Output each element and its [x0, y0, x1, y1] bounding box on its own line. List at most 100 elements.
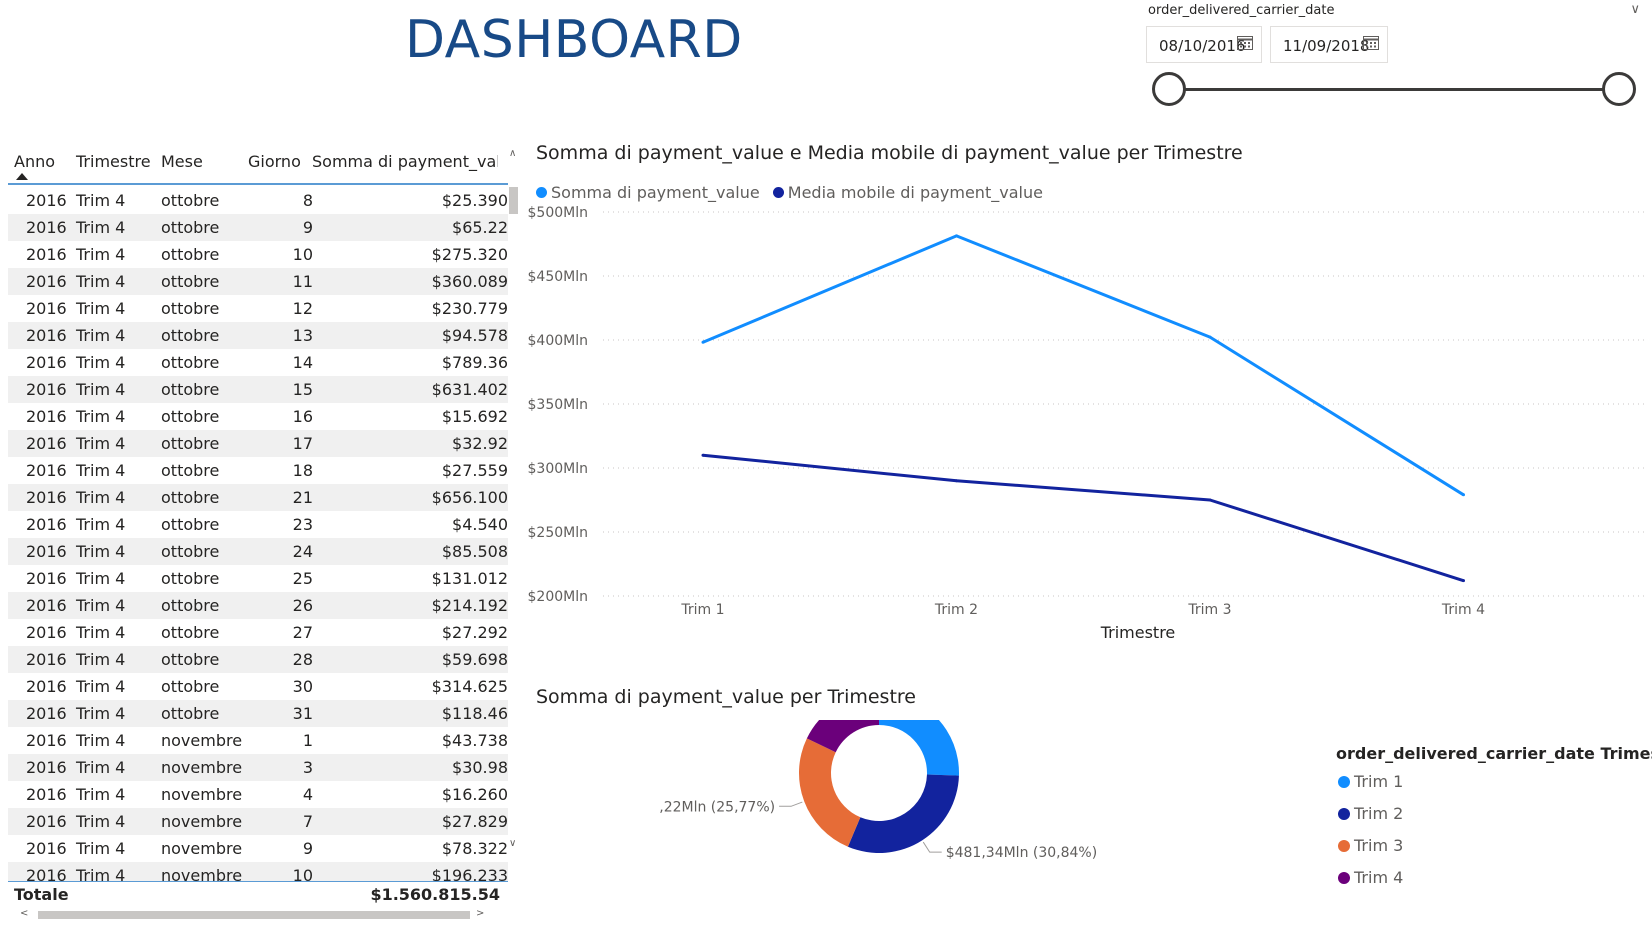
data-point[interactable] — [701, 453, 705, 457]
cell-giorno: 14 — [292, 353, 313, 372]
table-row[interactable]: 2016 Trim 4 ottobre 24 $85.508 — [8, 538, 508, 565]
slider-end-handle[interactable] — [1602, 72, 1636, 106]
table-row[interactable]: 2016 Trim 4 ottobre 11 $360.089 — [8, 268, 508, 295]
scroll-left-icon[interactable]: < — [20, 908, 28, 919]
data-point[interactable] — [701, 340, 705, 344]
cell-mese: ottobre — [161, 569, 220, 588]
cell-giorno: 27 — [292, 623, 313, 642]
cell-trimestre: Trim 4 — [76, 353, 126, 372]
cell-anno: 2016 — [26, 299, 67, 318]
cell-anno: 2016 — [26, 380, 67, 399]
cell-giorno: 31 — [292, 704, 313, 723]
scroll-right-icon[interactable]: > — [476, 908, 484, 919]
cell-payment: $214.192 — [431, 596, 508, 615]
slider-track[interactable] — [1168, 88, 1618, 91]
legend-item-trim-4[interactable]: Trim 4 — [1336, 868, 1652, 900]
date-range-slicer[interactable]: order_delivered_carrier_date ∨ 08/10/201… — [1146, 0, 1652, 110]
calendar-icon[interactable] — [1363, 35, 1379, 50]
cell-anno: 2016 — [26, 677, 67, 696]
table-row[interactable]: 2016 Trim 4 ottobre 15 $631.402 — [8, 376, 508, 403]
cell-mese: ottobre — [161, 218, 220, 237]
cell-payment: $65.22 — [452, 218, 508, 237]
table-row[interactable]: 2016 Trim 4 ottobre 30 $314.625 — [8, 673, 508, 700]
x-tick-label: Trim 1 — [680, 602, 724, 618]
table-row[interactable]: 2016 Trim 4 ottobre 25 $131.012 — [8, 565, 508, 592]
col-header-mese[interactable]: Mese — [161, 152, 203, 171]
cell-anno: 2016 — [26, 191, 67, 210]
end-date-input[interactable]: 11/09/2018 — [1270, 26, 1388, 63]
table-row[interactable]: 2016 Trim 4 ottobre 31 $118.46 — [8, 700, 508, 727]
table-row[interactable]: 2016 Trim 4 ottobre 10 $275.320 — [8, 241, 508, 268]
col-header-trimestre[interactable]: Trimestre — [76, 152, 151, 171]
donut-slice-trim-2[interactable] — [847, 774, 959, 853]
cell-mese: ottobre — [161, 623, 220, 642]
table-row[interactable]: 2016 Trim 4 novembre 10 $196.233 — [8, 862, 508, 881]
table-row[interactable]: 2016 Trim 4 ottobre 8 $25.390 — [8, 187, 508, 214]
table-row[interactable]: 2016 Trim 4 ottobre 18 $27.559 — [8, 457, 508, 484]
horizontal-scrollbar[interactable]: < > — [8, 908, 508, 920]
cell-giorno: 8 — [302, 191, 313, 210]
table-row[interactable]: 2016 Trim 4 ottobre 9 $65.22 — [8, 214, 508, 241]
table-row[interactable]: 2016 Trim 4 ottobre 21 $656.100 — [8, 484, 508, 511]
line-chart[interactable]: $500Mln $450Mln $400Mln $350Mln $300Mln $250M… — [528, 200, 1652, 680]
table-row[interactable]: 2016 Trim 4 ottobre 12 $230.779 — [8, 295, 508, 322]
series-line-moving-avg[interactable] — [702, 453, 1464, 583]
legend-item-trim-2[interactable]: Trim 2 — [1336, 804, 1652, 836]
data-point[interactable] — [955, 234, 958, 238]
col-header-giorno[interactable]: Giorno — [248, 152, 301, 171]
cell-payment: $118.46 — [441, 704, 508, 723]
table-row[interactable]: 2016 Trim 4 novembre 7 $27.829 — [8, 808, 508, 835]
chevron-down-icon[interactable]: ∨ — [1630, 2, 1640, 17]
legend-item-trim-3[interactable]: Trim 3 — [1336, 836, 1652, 868]
data-point[interactable] — [955, 479, 958, 483]
cell-anno: 2016 — [26, 650, 67, 669]
table-row[interactable]: 2016 Trim 4 novembre 1 $43.738 — [8, 727, 508, 754]
scroll-up-icon[interactable]: ∧ — [509, 148, 516, 159]
cell-mese: ottobre — [161, 191, 220, 210]
table-row[interactable]: 2016 Trim 4 ottobre 13 $94.578 — [8, 322, 508, 349]
table-row[interactable]: 2016 Trim 4 ottobre 16 $15.692 — [8, 403, 508, 430]
calendar-icon[interactable] — [1237, 35, 1253, 50]
table-row[interactable]: 2016 Trim 4 ottobre 27 $27.292 — [8, 619, 508, 646]
start-date-input[interactable]: 08/10/2016 — [1146, 26, 1262, 63]
cell-anno: 2016 — [26, 704, 67, 723]
data-point[interactable] — [1462, 493, 1465, 497]
table-row[interactable]: 2016 Trim 4 novembre 3 $30.98 — [8, 754, 508, 781]
donut-chart[interactable]: $398,2Mln (25,51%)$481,34Mln (30,84%)$40… — [660, 720, 1220, 920]
cell-payment: $275.320 — [431, 245, 508, 264]
cell-giorno: 26 — [292, 596, 313, 615]
data-point[interactable] — [1208, 335, 1212, 339]
scrollbar-thumb[interactable] — [509, 187, 518, 214]
donut-legend: order_delivered_carrier_date Trimestre T… — [1336, 744, 1652, 900]
scroll-down-icon[interactable]: ∨ — [509, 838, 516, 849]
slider-start-handle[interactable] — [1152, 72, 1186, 106]
legend-item-trim-1[interactable]: Trim 1 — [1336, 772, 1652, 804]
x-tick-label: Trim 3 — [1187, 602, 1231, 618]
end-date-value: 11/09/2018 — [1283, 37, 1370, 55]
table-row[interactable]: 2016 Trim 4 novembre 4 $16.260 — [8, 781, 508, 808]
cell-mese: ottobre — [161, 272, 220, 291]
y-tick-label: $250Mln — [528, 525, 588, 541]
data-point[interactable] — [1208, 498, 1212, 502]
table-row[interactable]: 2016 Trim 4 ottobre 23 $4.540 — [8, 511, 508, 538]
start-date-value: 08/10/2016 — [1159, 37, 1246, 55]
table-row[interactable]: 2016 Trim 4 novembre 9 $78.322 — [8, 835, 508, 862]
col-header-anno[interactable]: Anno — [14, 152, 55, 171]
cell-anno: 2016 — [26, 407, 67, 426]
series-line-sum[interactable] — [702, 234, 1465, 497]
table-row[interactable]: 2016 Trim 4 ottobre 14 $789.36 — [8, 349, 508, 376]
cell-anno: 2016 — [26, 866, 67, 881]
data-point[interactable] — [1462, 579, 1465, 583]
cell-mese: ottobre — [161, 542, 220, 561]
sort-ascending-icon[interactable] — [16, 173, 28, 180]
donut-slice-trim-1[interactable] — [879, 720, 959, 776]
cell-giorno: 9 — [302, 218, 313, 237]
table-row[interactable]: 2016 Trim 4 ottobre 28 $59.698 — [8, 646, 508, 673]
legend-label: Trim 1 — [1354, 772, 1404, 791]
vertical-scrollbar[interactable]: ∧ ∨ — [508, 142, 520, 882]
scrollbar-thumb[interactable] — [38, 911, 470, 919]
table-row[interactable]: 2016 Trim 4 ottobre 26 $214.192 — [8, 592, 508, 619]
donut-slice-trim-3[interactable] — [799, 738, 861, 847]
col-header-payment[interactable]: Somma di payment_value — [312, 152, 498, 171]
table-row[interactable]: 2016 Trim 4 ottobre 17 $32.92 — [8, 430, 508, 457]
